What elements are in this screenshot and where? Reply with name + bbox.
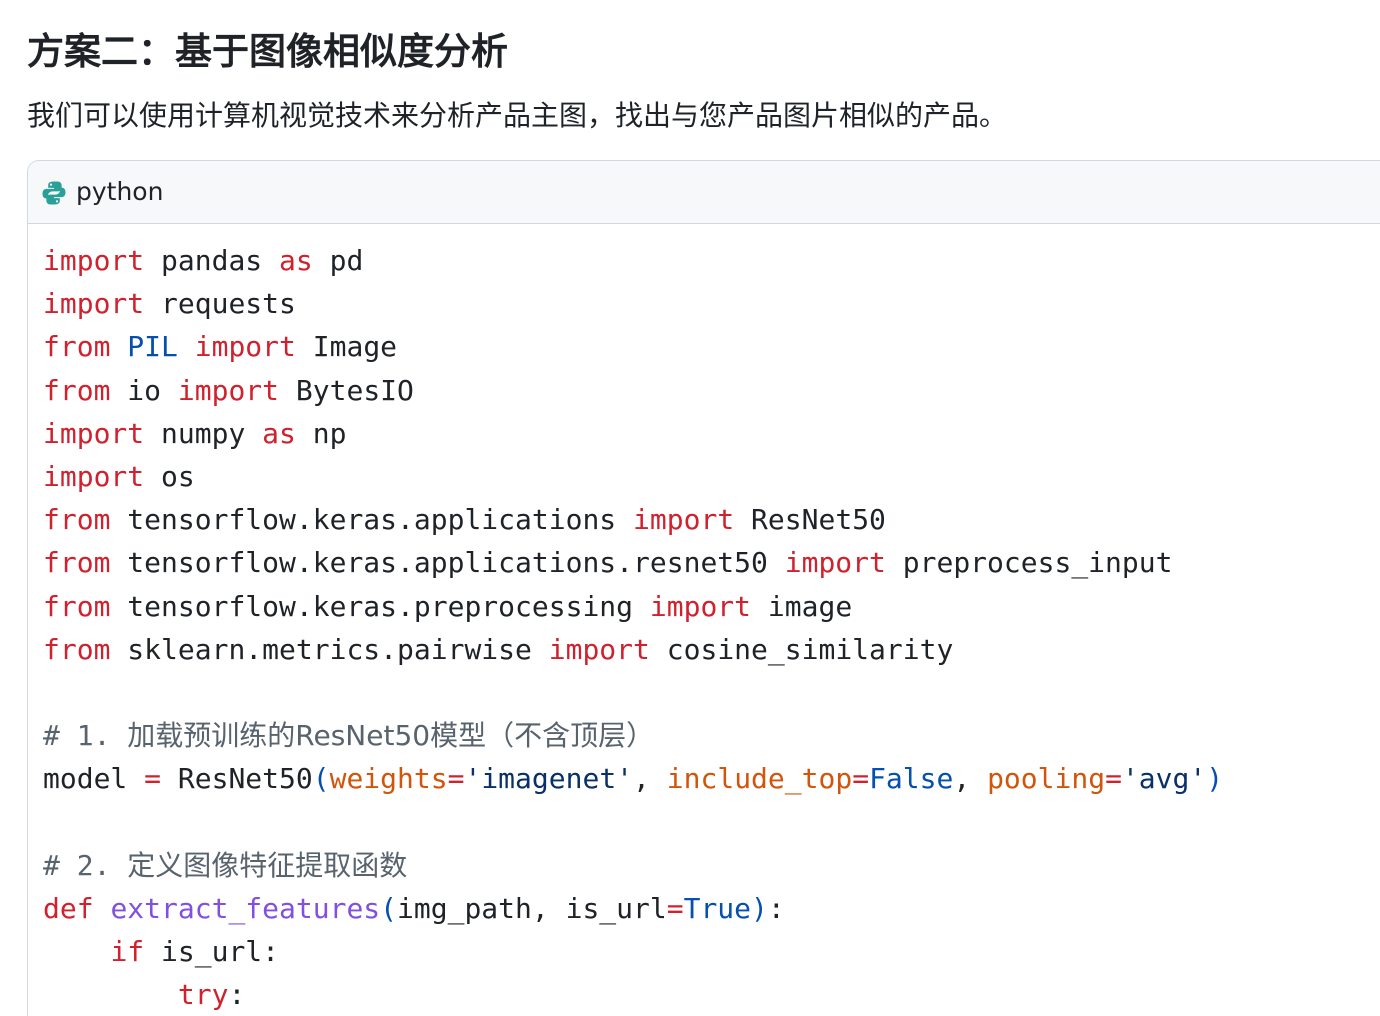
code-token: , [633, 762, 667, 796]
code-token: : [228, 978, 246, 1012]
code-token: io [110, 373, 178, 407]
code-line: import os [43, 455, 1223, 498]
code-token: extract_features [110, 891, 381, 925]
code-token: from [43, 546, 111, 580]
code-token: pd [312, 244, 364, 277]
code-token: Image [295, 330, 398, 364]
code-content[interactable]: import pandas as pd import requests from P… [43, 239, 1223, 1016]
code-token: 'imagenet' [464, 762, 634, 796]
code-token: preprocess_input [885, 546, 1173, 580]
code-token: from [43, 503, 111, 537]
code-token: if [110, 935, 145, 968]
code-line: from PIL import Image [43, 325, 1223, 368]
code-token: model [43, 762, 145, 796]
code-token: from [43, 589, 111, 623]
code-line: from tensorflow.keras.preprocessing impo… [43, 585, 1223, 628]
code-token: from [43, 632, 111, 666]
code-token: 加载预训练的ResNet50模型（不含顶层） [127, 719, 655, 753]
code-token: import [194, 330, 296, 364]
code-token: os [144, 459, 195, 493]
code-token: as [279, 244, 313, 277]
code-line: from io import BytesIO [43, 369, 1223, 412]
code-line: model = ResNet50(weights='imagenet', inc… [43, 757, 1223, 800]
code-token: pooling [987, 762, 1106, 796]
code-token: PIL [127, 330, 178, 364]
code-token: import [43, 416, 145, 450]
code-language-label: python [76, 177, 164, 206]
code-line: # 2. 定义图像特征提取函数 [43, 844, 1223, 887]
code-line: import pandas as pd [43, 239, 1223, 282]
code-token: ) [1206, 762, 1224, 796]
section-heading: 方案二：基于图像相似度分析 [27, 30, 508, 73]
code-token: is_url: [144, 935, 280, 968]
code-line: from tensorflow.keras.applications.resne… [43, 541, 1223, 584]
code-token: import [649, 589, 752, 623]
code-token: weights [329, 762, 448, 796]
code-token: import [548, 632, 650, 666]
code-token: np [295, 416, 347, 450]
python-icon [42, 181, 66, 205]
code-token: import [784, 546, 886, 580]
code-token: pandas [144, 244, 280, 277]
code-line: import numpy as np [43, 412, 1223, 455]
code-token: 定义图像特征提取函数 [127, 848, 408, 882]
code-token: ( [312, 762, 330, 796]
code-token: as [262, 416, 296, 450]
code-token: = [144, 762, 162, 796]
code-token: : [767, 891, 785, 925]
code-token: ) [751, 891, 768, 925]
code-token: tensorflow.keras.preprocessing [110, 589, 650, 623]
code-token: import [43, 244, 145, 277]
code-token: requests [144, 287, 296, 321]
code-token: from [43, 330, 111, 364]
code-token: image [751, 589, 853, 623]
code-token: tensorflow.keras.applications [110, 503, 634, 537]
code-token: = [447, 762, 465, 796]
code-line: from tensorflow.keras.applications impor… [43, 498, 1223, 541]
code-token: False [869, 762, 954, 796]
code-token: from [43, 373, 111, 407]
code-token: import [43, 459, 145, 493]
code-token: 'avg' [1121, 762, 1207, 796]
code-block-header: python [28, 161, 1380, 224]
code-token: def [43, 891, 94, 925]
code-token: ResNet50 [734, 503, 886, 537]
code-line: if is_url: [43, 930, 1223, 973]
code-token: tensorflow.keras.applications.resnet50 [110, 546, 785, 580]
code-token: # 1. [43, 719, 128, 753]
code-line: from sklearn.metrics.pairwise import cos… [43, 628, 1223, 671]
code-token: import [633, 503, 735, 537]
code-block: python import pandas as pd import request… [27, 160, 1380, 1016]
code-token: try [177, 978, 229, 1012]
code-line: def extract_features(img_path, is_url=Tr… [43, 887, 1223, 930]
code-token: cosine_similarity [649, 632, 954, 666]
code-token: BytesIO [279, 373, 414, 407]
code-token: = [1105, 762, 1122, 796]
code-token: = [852, 762, 870, 796]
code-token: True [683, 891, 752, 925]
code-token: include_top [666, 762, 853, 796]
code-token: ResNet50 [161, 762, 313, 796]
code-token: import [43, 287, 145, 321]
code-token: import [177, 373, 280, 407]
code-token: numpy [144, 416, 263, 450]
code-token: img_path, is_url [397, 891, 667, 925]
code-token: # 2. [43, 848, 128, 882]
intro-paragraph: 我们可以使用计算机视觉技术来分析产品主图，找出与您产品图片相似的产品。 [27, 99, 1008, 132]
code-line: # 1. 加载预训练的ResNet50模型（不含顶层） [43, 714, 1223, 757]
code-token: sklearn.metrics.pairwise [110, 632, 549, 666]
code-token: , [953, 762, 988, 796]
code-token: ( [380, 891, 398, 925]
code-line: import requests [43, 282, 1223, 325]
code-token: = [666, 891, 684, 925]
code-line: try: [43, 973, 1223, 1016]
